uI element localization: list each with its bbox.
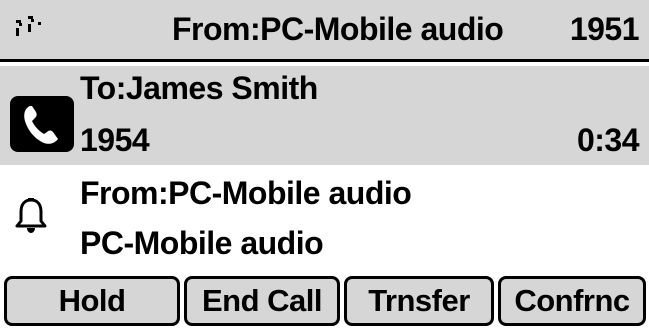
bell-icon xyxy=(15,198,47,233)
phone-handset-icon xyxy=(10,96,74,152)
call-duration: 0:34 xyxy=(576,122,640,158)
softkey-bar: Hold End Call Trnsfer Confrnc xyxy=(0,270,649,331)
transfer-button[interactable]: Trnsfer xyxy=(344,276,494,326)
incoming-call-row[interactable]: From:PC-Mobile audio PC-Mobile audio xyxy=(0,167,649,267)
header-extension: 1951 xyxy=(569,11,640,47)
header-from-label: From:PC-Mobile audio xyxy=(172,11,504,47)
phone-screen: From:PC-Mobile audio 1951 To:James Smith… xyxy=(0,0,649,331)
end-call-button[interactable]: End Call xyxy=(184,276,340,326)
incoming-caller-name: PC-Mobile audio xyxy=(80,225,324,261)
active-call-row[interactable]: To:James Smith 1954 0:34 xyxy=(0,66,649,165)
line-status-icon xyxy=(16,16,41,36)
status-header: From:PC-Mobile audio 1951 xyxy=(0,0,649,62)
incoming-from-label: From:PC-Mobile audio xyxy=(80,175,412,211)
call-number: 1954 xyxy=(80,122,150,158)
conference-button[interactable]: Confrnc xyxy=(498,276,646,326)
hold-button[interactable]: Hold xyxy=(4,276,180,326)
call-to-label: To:James Smith xyxy=(80,70,318,106)
